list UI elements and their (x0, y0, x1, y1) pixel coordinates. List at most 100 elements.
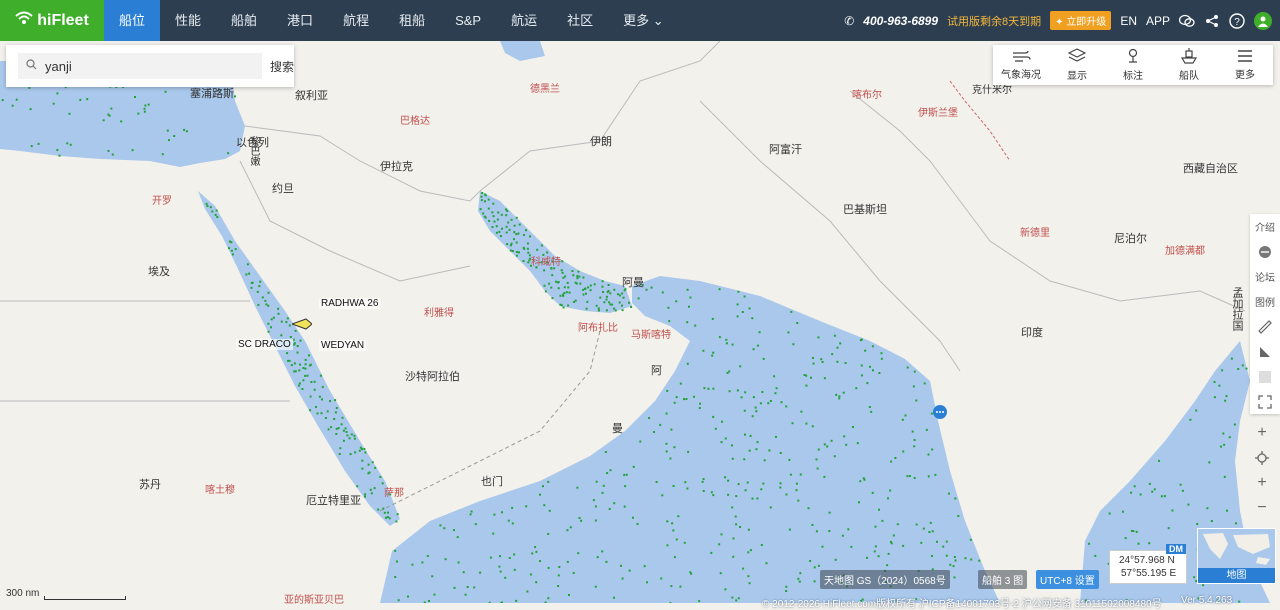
ship-dot[interactable] (108, 150, 110, 152)
ship-dot[interactable] (710, 552, 712, 554)
ship-dot[interactable] (103, 119, 105, 121)
ship-dot[interactable] (493, 514, 495, 516)
ship-dot[interactable] (869, 366, 871, 368)
ship-dot[interactable] (788, 459, 790, 461)
ship-dot[interactable] (843, 435, 845, 437)
ship-dot[interactable] (582, 289, 584, 291)
ship-dot[interactable] (336, 428, 338, 430)
ship-dot[interactable] (812, 425, 814, 427)
ship-dot[interactable] (293, 344, 295, 346)
ship-dot[interactable] (527, 243, 529, 245)
ship-dot[interactable] (826, 446, 828, 448)
upgrade-button[interactable]: ✦ 立即升级 (1050, 11, 1111, 30)
dm-format-badge[interactable]: DM (1166, 544, 1186, 554)
ship-dot[interactable] (768, 449, 770, 451)
ship-dot[interactable] (651, 287, 653, 289)
ship-dot[interactable] (781, 401, 783, 403)
ship-dot[interactable] (595, 586, 597, 588)
ship-dot[interactable] (829, 512, 831, 514)
ship-dot[interactable] (725, 438, 727, 440)
ship-dot[interactable] (837, 347, 839, 349)
ship-dot[interactable] (294, 362, 296, 364)
ship-dot[interactable] (595, 505, 597, 507)
ship-dot[interactable] (144, 105, 146, 107)
ship-dot[interactable] (595, 520, 597, 522)
ship-dot[interactable] (735, 523, 737, 525)
ship-dot[interactable] (775, 392, 777, 394)
ship-dot[interactable] (287, 317, 289, 319)
ship-dot[interactable] (737, 389, 739, 391)
ship-dot[interactable] (639, 441, 641, 443)
ship-dot[interactable] (1171, 510, 1173, 512)
ship-dot[interactable] (297, 345, 299, 347)
ship-dot[interactable] (626, 474, 628, 476)
ship-dot[interactable] (234, 95, 236, 97)
ship-dot[interactable] (744, 410, 746, 412)
ship-dot[interactable] (677, 515, 679, 517)
ship-dot[interactable] (890, 461, 892, 463)
ship-dot[interactable] (689, 297, 691, 299)
ship-dot[interactable] (566, 291, 568, 293)
ship-dot[interactable] (852, 426, 854, 428)
ship-dot[interactable] (339, 453, 341, 455)
ship-dot[interactable] (606, 472, 608, 474)
ship-dot[interactable] (231, 250, 233, 252)
ship-dot[interactable] (909, 475, 911, 477)
ship-dot[interactable] (134, 96, 136, 98)
ship-dot[interactable] (755, 407, 757, 409)
ship-dot[interactable] (619, 302, 621, 304)
ship-dot[interactable] (605, 561, 607, 563)
ship-dot[interactable] (1202, 584, 1204, 586)
ship-dot[interactable] (1246, 368, 1248, 370)
ship-dot[interactable] (670, 585, 672, 587)
ship-dot[interactable] (148, 104, 150, 106)
ship-dot[interactable] (511, 219, 513, 221)
ship-dot[interactable] (748, 529, 750, 531)
ship-dot[interactable] (624, 485, 626, 487)
ship-dot[interactable] (329, 400, 331, 402)
ship-dot[interactable] (453, 529, 455, 531)
ship-dot[interactable] (712, 388, 714, 390)
tab-sale-purchase[interactable]: S&P (440, 0, 496, 41)
ship-dot[interactable] (872, 345, 874, 347)
ship-dot[interactable] (576, 277, 578, 279)
ship-dot[interactable] (280, 334, 282, 336)
ship-dot[interactable] (492, 226, 494, 228)
ship-dot[interactable] (268, 292, 270, 294)
ship-dot[interactable] (785, 494, 787, 496)
ship-dot[interactable] (287, 360, 289, 362)
ship-dot[interactable] (1222, 433, 1224, 435)
ship-dot[interactable] (281, 321, 283, 323)
ship-dot[interactable] (364, 496, 366, 498)
ship-dot[interactable] (359, 450, 361, 452)
ship-dot[interactable] (573, 301, 575, 303)
ship-dot[interactable] (30, 108, 32, 110)
ship-dot[interactable] (934, 474, 936, 476)
ship-dot[interactable] (797, 578, 799, 580)
ship-dot[interactable] (711, 355, 713, 357)
ship-dot[interactable] (805, 423, 807, 425)
ship-dot[interactable] (471, 511, 473, 513)
ship-dot[interactable] (683, 398, 685, 400)
ship-dot[interactable] (527, 261, 529, 263)
ship-dot[interactable] (206, 203, 208, 205)
ship-dot[interactable] (847, 528, 849, 530)
ship-dot[interactable] (1182, 490, 1184, 492)
ship-dot[interactable] (544, 285, 546, 287)
ship-dot[interactable] (552, 297, 554, 299)
ship-dot[interactable] (843, 392, 845, 394)
ship-dot[interactable] (797, 500, 799, 502)
ship-dot[interactable] (305, 368, 307, 370)
layer-label[interactable]: 船舶 3 图 (978, 570, 1027, 589)
ship-dot[interactable] (304, 375, 306, 377)
ship-dot[interactable] (916, 524, 918, 526)
ship-dot[interactable] (341, 423, 343, 425)
ship-dot[interactable] (861, 339, 863, 341)
annotate-button[interactable]: 标注 (1105, 45, 1161, 85)
ship-dot[interactable] (336, 407, 338, 409)
ship-dot[interactable] (31, 145, 33, 147)
ship-dot[interactable] (930, 522, 932, 524)
ship-dot[interactable] (561, 260, 563, 262)
user-avatar-icon[interactable] (1254, 12, 1272, 30)
ship-dot[interactable] (613, 289, 615, 291)
